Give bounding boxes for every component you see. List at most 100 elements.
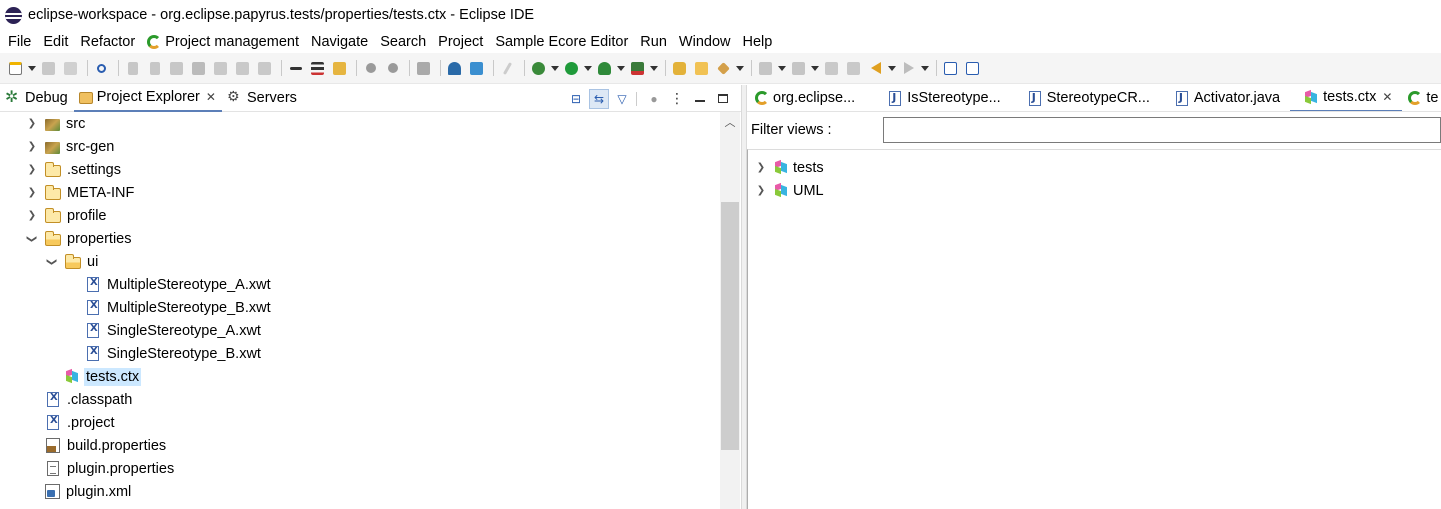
open-type-icon[interactable] — [714, 58, 733, 78]
step-into-icon[interactable] — [211, 58, 230, 78]
toggle-list-icon[interactable] — [308, 58, 327, 78]
tree-item-tests[interactable]: ❯ tests — [748, 156, 824, 179]
tab-stereotypecr[interactable]: StereotypeCR... — [1011, 85, 1160, 111]
menu-project-management[interactable]: Project management — [141, 31, 305, 53]
tree-item-plugin-xml[interactable]: plugin.xml — [0, 480, 720, 503]
last-edit-location-icon[interactable] — [822, 58, 841, 78]
use-step-filters-icon[interactable] — [286, 58, 305, 78]
tree-scrollbar[interactable]: ︿ — [720, 112, 740, 509]
tree-item-multiplestereotype-b[interactable]: MultipleStereotype_B.xwt — [0, 296, 720, 319]
new-icon[interactable] — [6, 58, 25, 78]
forward-dropdown-icon[interactable] — [921, 58, 929, 78]
open-console-icon[interactable] — [467, 58, 486, 78]
tree-item-ui[interactable]: ❯ ui — [0, 250, 720, 273]
next-annotation-icon[interactable] — [756, 58, 775, 78]
step-over-icon[interactable] — [233, 58, 252, 78]
step-return-icon[interactable] — [255, 58, 274, 78]
remove-breakpoints-icon[interactable] — [414, 58, 433, 78]
filter-icon[interactable]: ▽ — [612, 89, 632, 109]
tree-item-properties[interactable]: ❯ properties — [0, 227, 720, 250]
coverage-icon[interactable] — [595, 58, 614, 78]
tab-org-eclipse[interactable]: org.eclipse... — [747, 85, 865, 111]
save-all-icon[interactable] — [61, 58, 80, 78]
tree-item-settings[interactable]: ❯ .settings — [0, 158, 720, 181]
tree-item-classpath[interactable]: .classpath — [0, 388, 720, 411]
chevron-right-icon[interactable]: ❯ — [754, 161, 768, 175]
menu-window[interactable]: Window — [673, 31, 737, 53]
focus-icon[interactable]: ● — [644, 89, 664, 109]
back-dropdown-icon[interactable] — [888, 58, 896, 78]
close-icon[interactable]: ✕ — [1382, 90, 1392, 104]
view-menu-icon[interactable]: ⋮ — [667, 89, 687, 109]
menu-navigate[interactable]: Navigate — [305, 31, 374, 53]
edit-mode-icon[interactable] — [498, 58, 517, 78]
forward-edit-icon[interactable] — [844, 58, 863, 78]
disconnect-icon[interactable] — [189, 58, 208, 78]
chevron-right-icon[interactable]: ❯ — [25, 186, 39, 200]
tree-item-project[interactable]: .project — [0, 411, 720, 434]
next-annotation-dropdown-icon[interactable] — [778, 58, 786, 78]
build-icon[interactable] — [330, 58, 349, 78]
tree-item-meta-inf[interactable]: ❯ META-INF — [0, 181, 720, 204]
tab-isstereotype[interactable]: IsStereotype... — [865, 85, 1011, 111]
tab-debug[interactable]: Debug — [0, 85, 74, 112]
tree-item-src[interactable]: ❯ src — [0, 112, 720, 135]
tab-project-explorer[interactable]: Project Explorer ✕ — [73, 84, 222, 112]
suspend-icon[interactable] — [145, 58, 164, 78]
back-icon[interactable] — [866, 58, 885, 78]
tree-item-tests-ctx[interactable]: tests.ctx — [0, 365, 720, 388]
chevron-right-icon[interactable]: ❯ — [25, 140, 39, 154]
tree-item-src-gen[interactable]: ❯ src-gen — [0, 135, 720, 158]
menu-file[interactable]: File — [2, 31, 37, 53]
tree-item-build-properties[interactable]: build.properties — [0, 434, 720, 457]
chevron-up-icon[interactable]: ︿ — [720, 112, 740, 132]
external-tools-dropdown-icon[interactable] — [650, 58, 658, 78]
debug-icon[interactable] — [529, 58, 548, 78]
tree-item-singlestereotype-a[interactable]: SingleStereotype_A.xwt — [0, 319, 720, 342]
terminate-icon[interactable] — [167, 58, 186, 78]
chevron-right-icon[interactable]: ❯ — [25, 163, 39, 177]
chevron-down-icon[interactable]: ❯ — [45, 255, 59, 269]
tab-tests-ctx[interactable]: tests.ctx ✕ — [1290, 85, 1403, 111]
resume-icon[interactable] — [123, 58, 142, 78]
chevron-down-icon[interactable]: ❯ — [25, 232, 39, 246]
link-with-editor-icon[interactable]: ⇆ — [589, 88, 609, 109]
forward-icon[interactable] — [899, 58, 918, 78]
run-dropdown-icon[interactable] — [584, 58, 592, 78]
open-folder-icon[interactable] — [692, 58, 711, 78]
coverage-dropdown-icon[interactable] — [617, 58, 625, 78]
run-icon[interactable] — [562, 58, 581, 78]
chevron-right-icon[interactable]: ❯ — [25, 209, 39, 223]
expand-icon[interactable] — [941, 58, 960, 78]
menu-sample-ecore-editor[interactable]: Sample Ecore Editor — [489, 31, 634, 53]
collapse-all-icon[interactable]: ⊟ — [566, 89, 586, 109]
collapse-icon[interactable] — [963, 58, 982, 78]
breakpoint-icon[interactable] — [361, 58, 380, 78]
external-tools-icon[interactable] — [628, 58, 647, 78]
menu-search[interactable]: Search — [374, 31, 432, 53]
tree-item-uml[interactable]: ❯ UML — [748, 179, 824, 202]
menu-run[interactable]: Run — [634, 31, 673, 53]
tree-item-profile[interactable]: ❯ profile — [0, 204, 720, 227]
close-icon[interactable]: ✕ — [206, 90, 216, 104]
chevron-right-icon[interactable]: ❯ — [754, 184, 768, 198]
menu-help[interactable]: Help — [736, 31, 778, 53]
tab-servers[interactable]: Servers — [222, 85, 303, 112]
save-icon[interactable] — [39, 58, 58, 78]
previous-annotation-icon[interactable] — [789, 58, 808, 78]
new-dropdown-icon[interactable] — [28, 58, 36, 78]
menu-project[interactable]: Project — [432, 31, 489, 53]
filter-views-input[interactable] — [883, 117, 1441, 143]
watchpoint-icon[interactable] — [383, 58, 402, 78]
tree-item-multiplestereotype-a[interactable]: MultipleStereotype_A.xwt — [0, 273, 720, 296]
menu-edit[interactable]: Edit — [37, 31, 74, 53]
previous-annotation-dropdown-icon[interactable] — [811, 58, 819, 78]
minimize-icon[interactable] — [690, 89, 710, 109]
tab-te[interactable]: te — [1402, 85, 1441, 111]
open-perspective-icon[interactable] — [445, 58, 464, 78]
tab-activator-java[interactable]: Activator.java — [1160, 85, 1290, 111]
scrollbar-thumb[interactable] — [721, 202, 739, 450]
tree-item-plugin-properties[interactable]: plugin.properties — [0, 457, 720, 480]
maximize-icon[interactable] — [713, 89, 733, 109]
open-type-dropdown-icon[interactable] — [736, 58, 744, 78]
